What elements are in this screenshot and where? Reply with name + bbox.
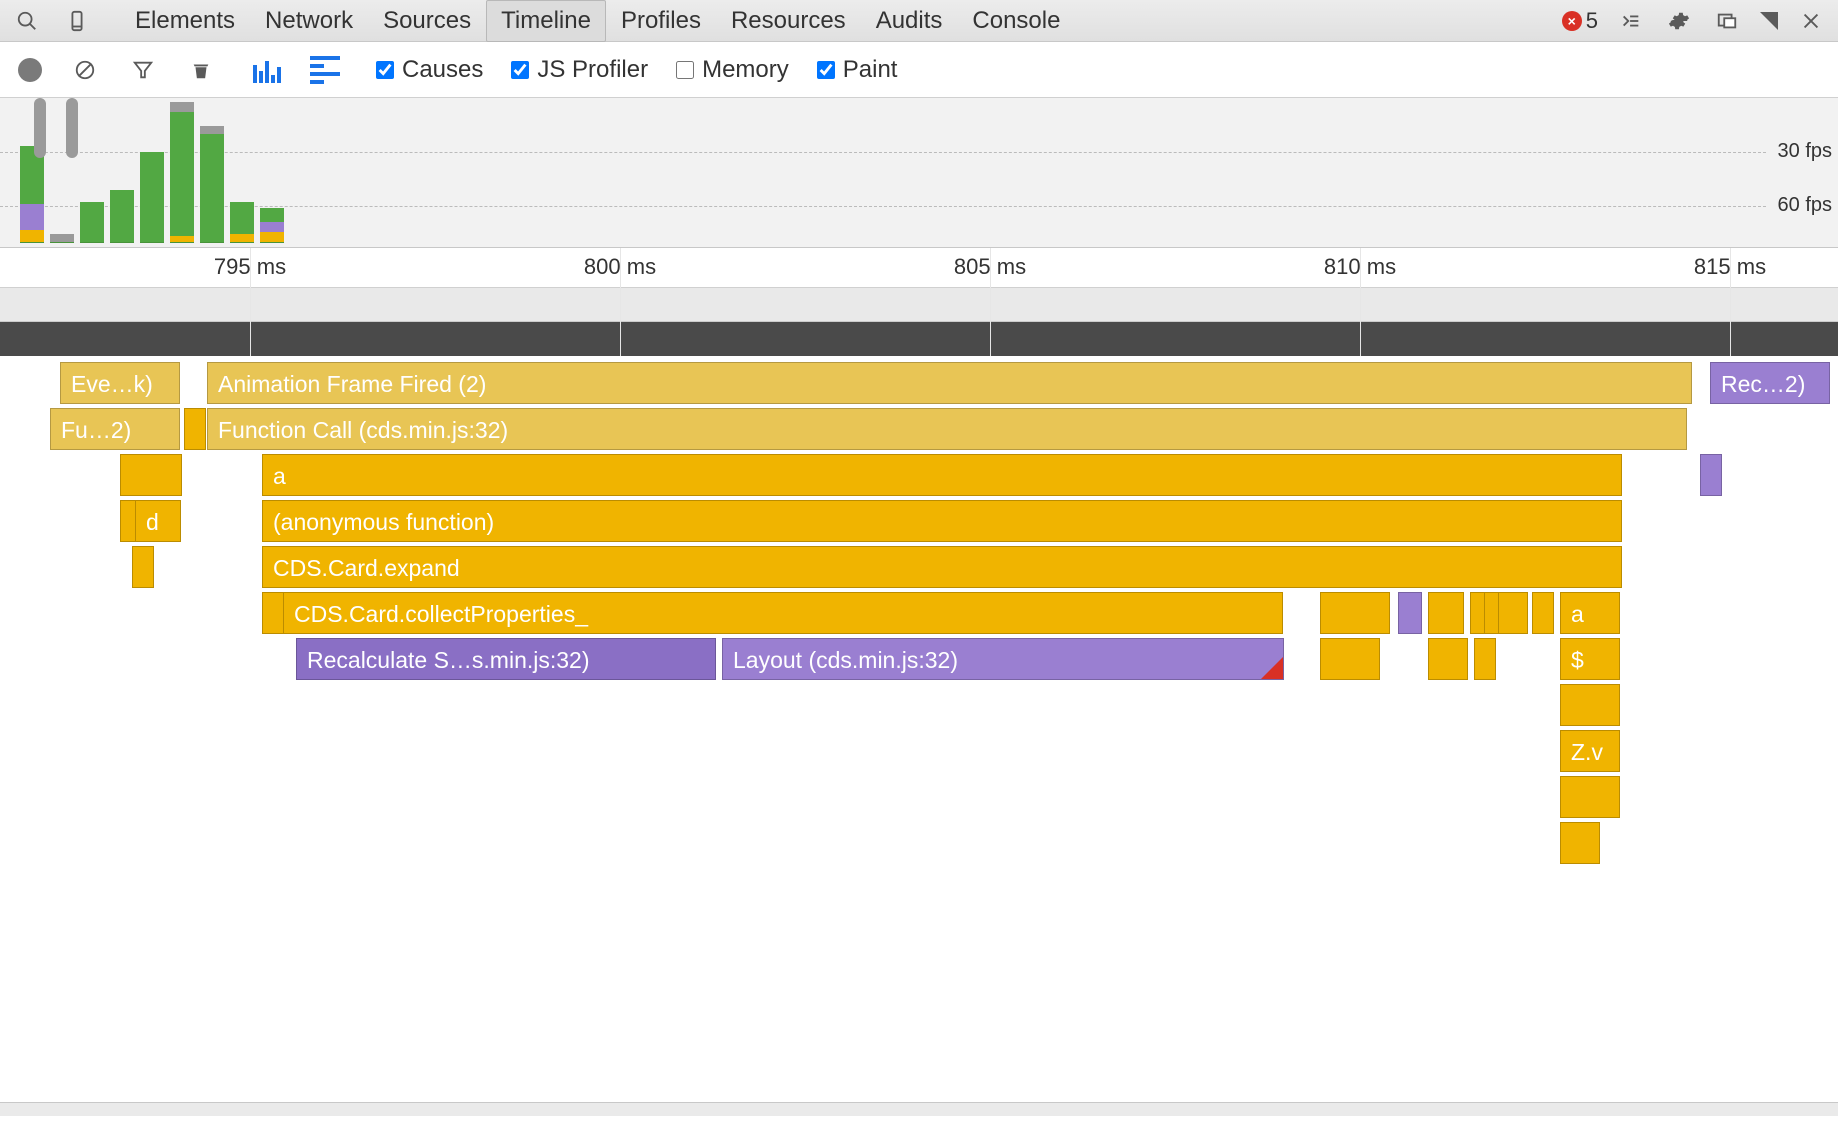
flame-block[interactable]: Function Call (cds.min.js:32) xyxy=(207,408,1687,450)
fps-label-30: 30 fps xyxy=(1778,140,1832,163)
clear-icon[interactable] xyxy=(70,55,100,85)
checkbox-input[interactable] xyxy=(376,61,394,79)
ruler-tick: 800 ms xyxy=(584,254,656,280)
flame-chart[interactable]: Eve…k) Animation Frame Fired (2) Rec…2) Fu…… xyxy=(0,356,1838,1116)
overview-bar xyxy=(110,191,134,243)
flame-block[interactable] xyxy=(1398,592,1422,634)
overview-bar xyxy=(230,203,254,243)
checkbox-paint[interactable]: Paint xyxy=(817,56,898,84)
tab-console[interactable]: Console xyxy=(957,0,1075,42)
checkbox-input[interactable] xyxy=(676,61,694,79)
panel-tabs: ElementsNetworkSourcesTimelineProfilesRe… xyxy=(120,0,1075,42)
flame-block[interactable]: a xyxy=(1560,592,1620,634)
garbage-collect-icon[interactable] xyxy=(186,55,216,85)
flame-block[interactable]: a xyxy=(262,454,1622,496)
flame-block[interactable]: CDS.Card.expand xyxy=(262,546,1622,588)
ruler-tick: 810 ms xyxy=(1324,254,1396,280)
flame-block[interactable]: Fu…2) xyxy=(50,408,180,450)
filter-icon[interactable] xyxy=(128,55,158,85)
timeline-overview[interactable]: 30 fps 60 fps xyxy=(0,98,1838,248)
ruler-tick: 805 ms xyxy=(954,254,1026,280)
flame-block[interactable] xyxy=(1560,776,1620,818)
overview-bar xyxy=(140,153,164,243)
overview-bar xyxy=(260,209,284,243)
ruler-strip-dark xyxy=(0,322,1838,356)
checkbox-causes[interactable]: Causes xyxy=(376,56,483,84)
flame-block[interactable]: Layout (cds.min.js:32) xyxy=(722,638,1284,680)
checkbox-label: Paint xyxy=(843,56,898,84)
flame-block[interactable]: d xyxy=(135,500,181,542)
flame-block[interactable] xyxy=(1700,454,1722,496)
flame-block[interactable]: Rec…2) xyxy=(1710,362,1830,404)
checkbox-label: JS Profiler xyxy=(537,56,648,84)
dock-menu-chevron-icon[interactable] xyxy=(1760,6,1778,36)
checkbox-label: Memory xyxy=(702,56,789,84)
time-ruler[interactable]: 795 ms 800 ms 805 ms 810 ms 815 ms xyxy=(0,248,1838,288)
flame-block[interactable] xyxy=(1428,592,1464,634)
ruler-tick: 795 ms xyxy=(214,254,286,280)
flame-block[interactable]: CDS.Card.collectProperties_ xyxy=(283,592,1283,634)
search-icon[interactable] xyxy=(12,6,42,36)
tab-resources[interactable]: Resources xyxy=(716,0,861,42)
ruler-strip-grey xyxy=(0,288,1838,322)
fps-label-60: 60 fps xyxy=(1778,194,1832,217)
overview-bar xyxy=(170,103,194,243)
overview-bar xyxy=(20,147,44,243)
timeline-toolbar: Causes JS Profiler Memory Paint xyxy=(0,42,1838,98)
flame-block[interactable] xyxy=(262,592,284,634)
record-button[interactable] xyxy=(18,58,42,82)
flame-block[interactable] xyxy=(1498,592,1528,634)
flame-block[interactable]: Z.v xyxy=(1560,730,1620,772)
flame-block[interactable]: $ xyxy=(1560,638,1620,680)
horizontal-scrollbar[interactable] xyxy=(0,1102,1838,1116)
overview-handle-left[interactable] xyxy=(34,98,46,158)
console-toggle-icon[interactable] xyxy=(1616,6,1646,36)
flame-block[interactable] xyxy=(1474,638,1496,680)
flame-block[interactable] xyxy=(1428,638,1468,680)
flame-block[interactable] xyxy=(1320,638,1380,680)
overview-bar xyxy=(80,203,104,243)
view-flame-icon[interactable] xyxy=(310,56,340,84)
flame-block[interactable] xyxy=(1560,822,1600,864)
checkbox-input[interactable] xyxy=(817,61,835,79)
overview-bar xyxy=(200,127,224,243)
overview-handle-right[interactable] xyxy=(66,98,78,158)
tab-profiles[interactable]: Profiles xyxy=(606,0,716,42)
checkbox-memory[interactable]: Memory xyxy=(676,56,789,84)
overview-bar xyxy=(50,235,74,243)
close-icon[interactable] xyxy=(1796,6,1826,36)
checkbox-js-profiler[interactable]: JS Profiler xyxy=(511,56,648,84)
checkbox-input[interactable] xyxy=(511,61,529,79)
tab-audits[interactable]: Audits xyxy=(861,0,958,42)
tab-timeline[interactable]: Timeline xyxy=(486,0,606,42)
tab-elements[interactable]: Elements xyxy=(120,0,250,42)
flame-block[interactable] xyxy=(184,408,206,450)
flame-block[interactable] xyxy=(120,454,182,496)
flame-block[interactable]: Eve…k) xyxy=(60,362,180,404)
dock-icon[interactable] xyxy=(1712,6,1742,36)
device-icon[interactable] xyxy=(62,6,92,36)
flame-block[interactable] xyxy=(132,546,154,588)
settings-gear-icon[interactable] xyxy=(1664,6,1694,36)
error-count: 5 xyxy=(1586,8,1598,34)
flame-block[interactable] xyxy=(1320,592,1390,634)
view-bars-icon[interactable] xyxy=(252,57,282,83)
tab-sources[interactable]: Sources xyxy=(368,0,486,42)
error-icon: × xyxy=(1562,11,1582,31)
flame-block[interactable]: Animation Frame Fired (2) xyxy=(207,362,1692,404)
checkbox-label: Causes xyxy=(402,56,483,84)
flame-block[interactable]: Recalculate S…s.min.js:32) xyxy=(296,638,716,680)
error-count-badge[interactable]: × 5 xyxy=(1562,8,1598,34)
flame-block[interactable] xyxy=(1532,592,1554,634)
flame-block[interactable]: (anonymous function) xyxy=(262,500,1622,542)
tab-network[interactable]: Network xyxy=(250,0,368,42)
devtools-tabs-bar: ElementsNetworkSourcesTimelineProfilesRe… xyxy=(0,0,1838,42)
flame-block[interactable] xyxy=(1560,684,1620,726)
ruler-tick: 815 ms xyxy=(1694,254,1766,280)
